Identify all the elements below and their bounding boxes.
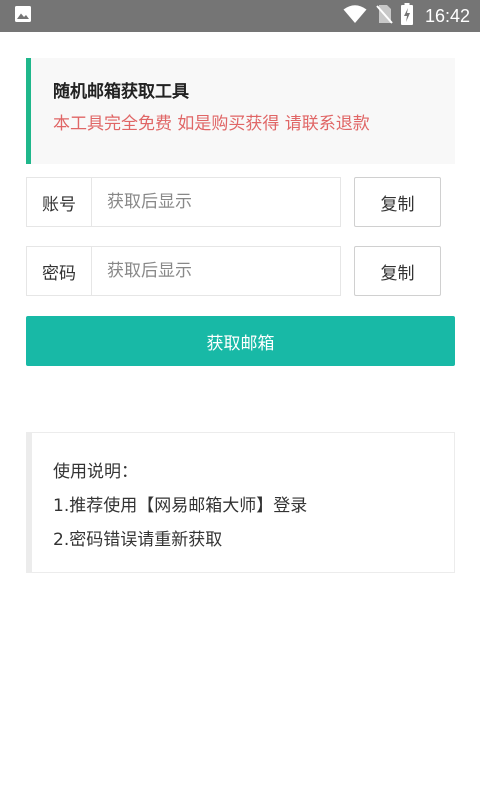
password-row: 密码 复制 — [26, 246, 455, 296]
instructions-panel: 使用说明： 1.推荐使用【网易邮箱大师】登录 2.密码错误请重新获取 — [26, 432, 455, 573]
copy-password-button[interactable]: 复制 — [354, 246, 441, 296]
password-label: 密码 — [27, 247, 92, 295]
password-field: 密码 — [26, 246, 341, 296]
account-row: 账号 复制 — [26, 177, 455, 227]
clock-time: 16:42 — [424, 5, 470, 26]
notice-title: 随机邮箱获取工具 — [53, 82, 189, 102]
instruction-item: 1.推荐使用【网易邮箱大师】登录 — [53, 496, 308, 516]
image-icon — [14, 5, 32, 27]
account-label: 账号 — [27, 178, 92, 226]
instructions-heading: 使用说明： — [53, 462, 138, 482]
notice-warning: 本工具完全免费 如是购买获得 请联系退款 — [53, 114, 370, 134]
notice-banner: 随机邮箱获取工具 本工具完全免费 如是购买获得 请联系退款 — [26, 58, 455, 164]
account-field: 账号 — [26, 177, 341, 227]
account-input[interactable] — [92, 178, 340, 226]
get-email-button[interactable]: 获取邮箱 — [26, 316, 455, 366]
copy-account-button[interactable]: 复制 — [354, 177, 441, 227]
password-input[interactable] — [92, 247, 340, 295]
status-bar: 16:42 — [0, 0, 480, 32]
no-sim-icon — [375, 4, 393, 28]
instruction-item: 2.密码错误请重新获取 — [53, 530, 223, 550]
wifi-icon — [343, 4, 367, 28]
battery-charging-icon — [400, 3, 413, 29]
